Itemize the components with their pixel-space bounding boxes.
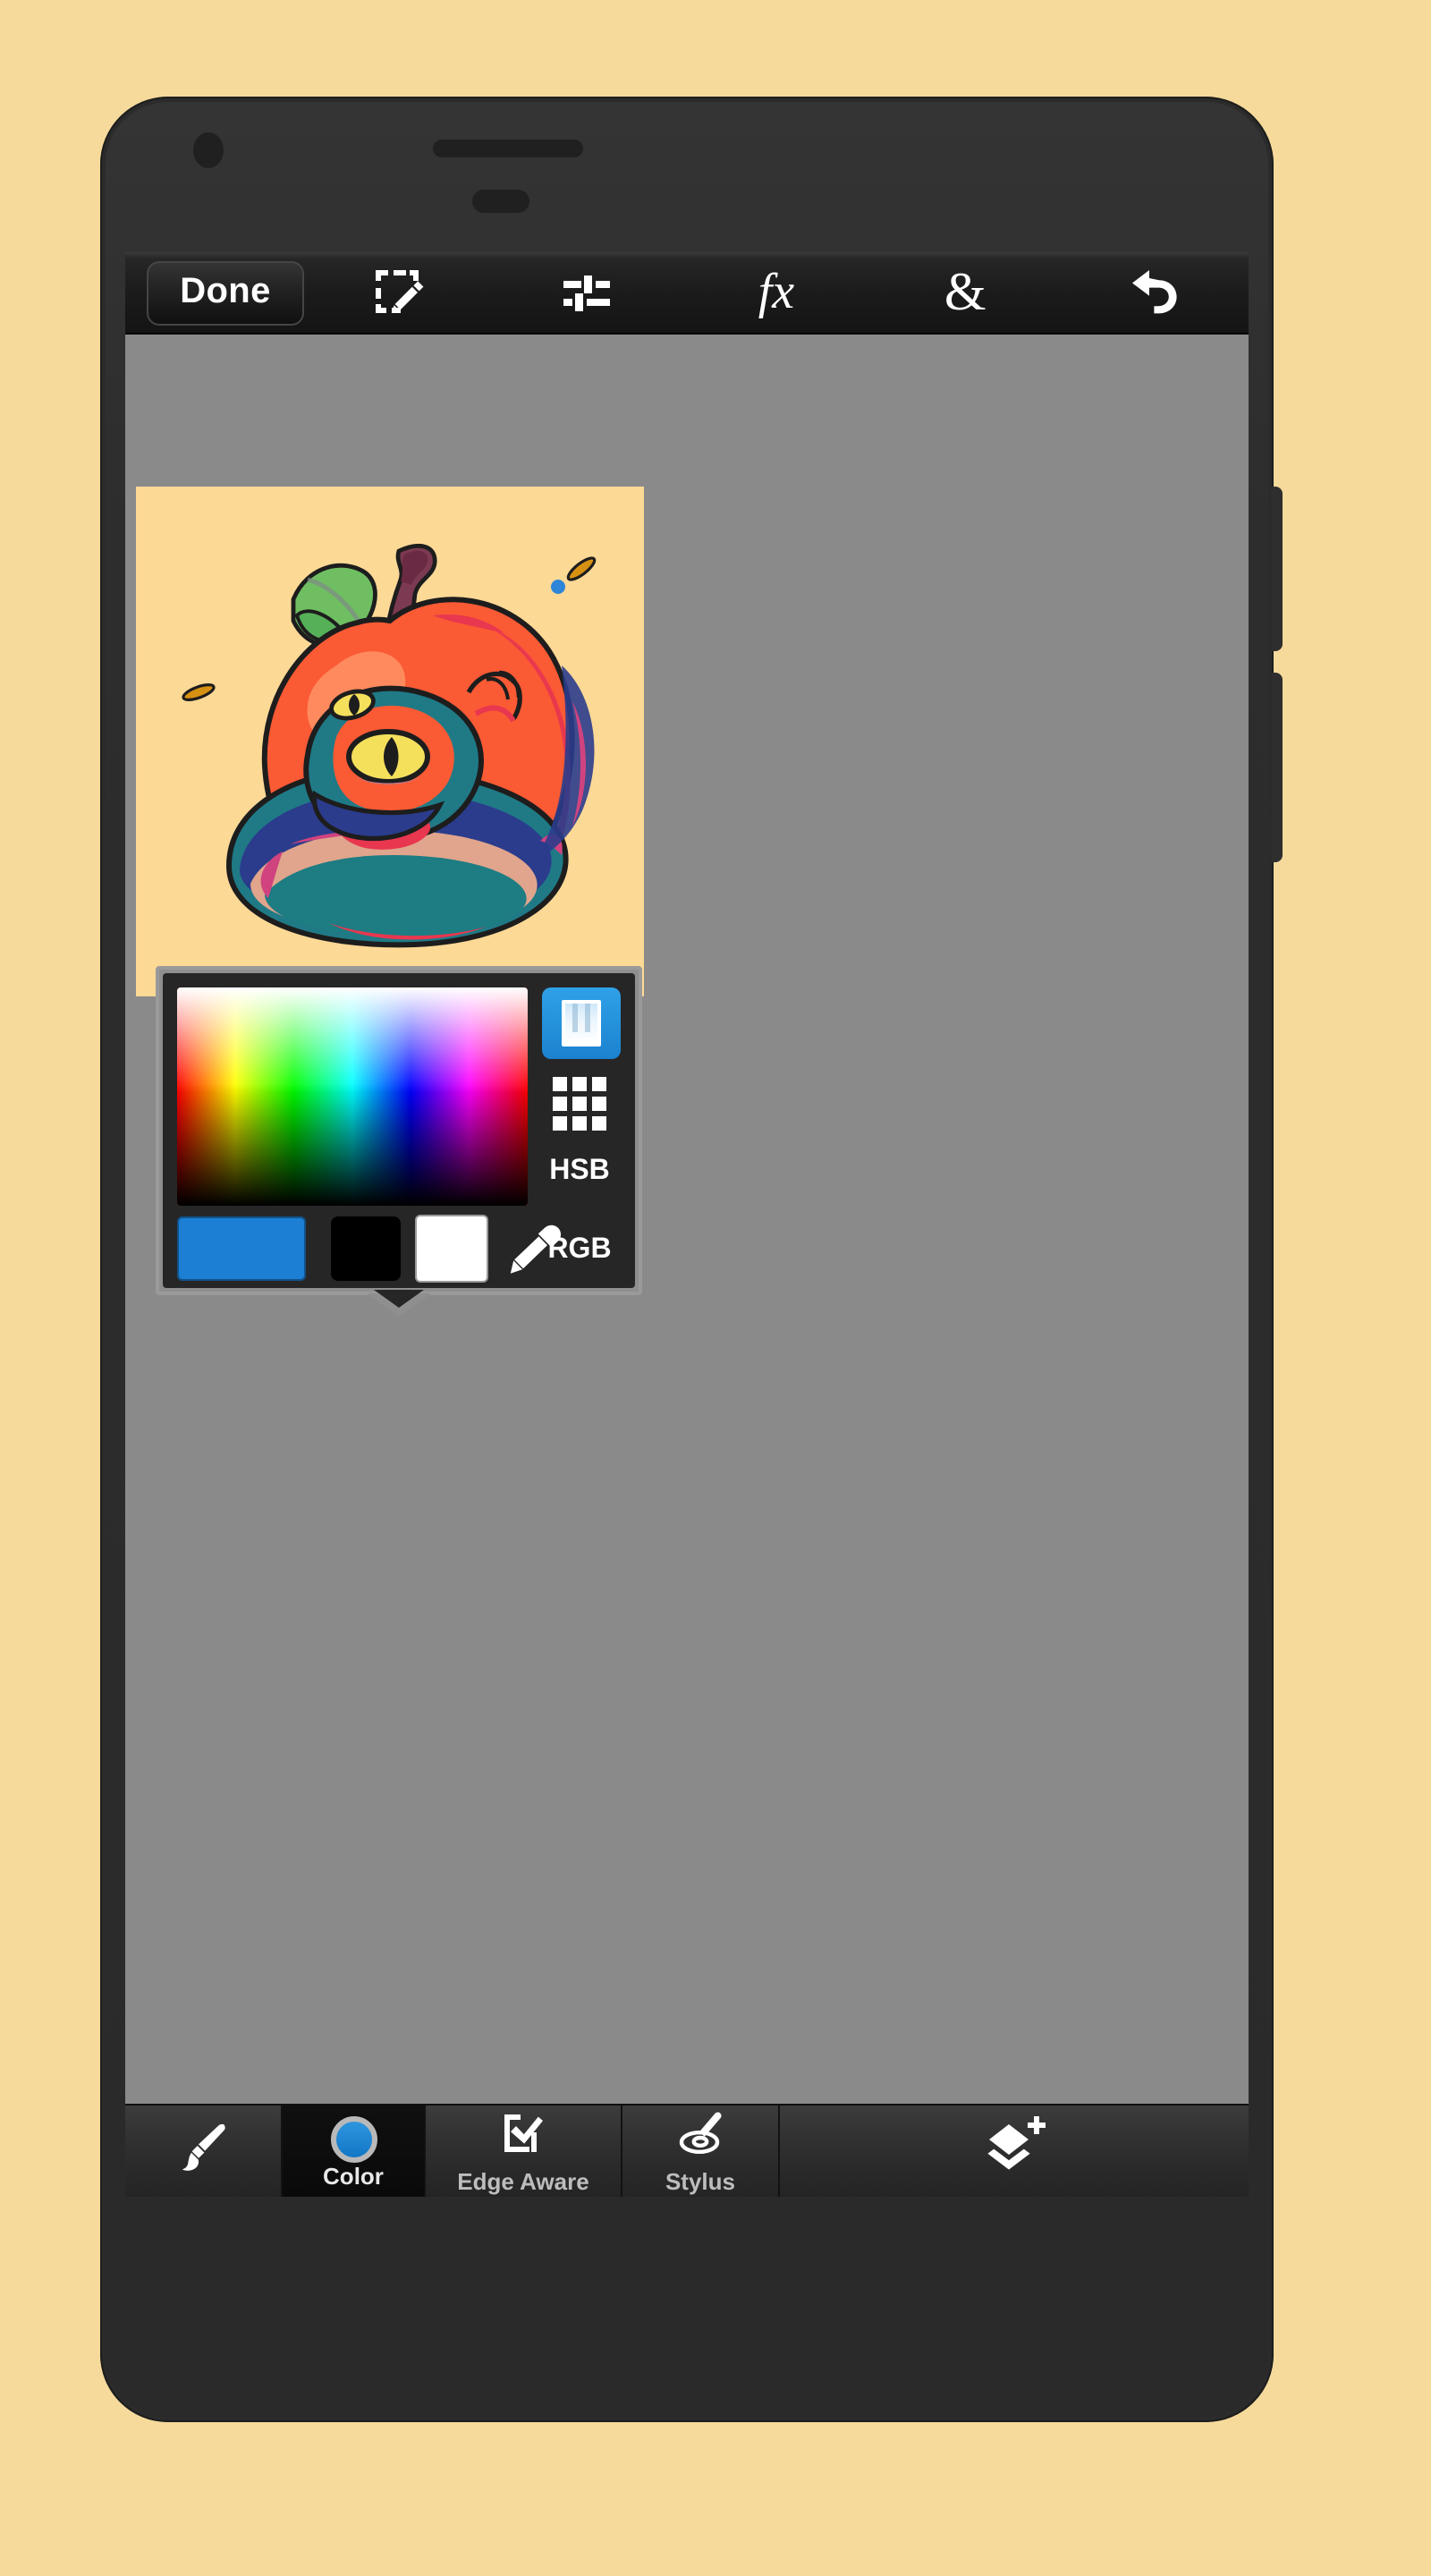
undo-icon	[1125, 266, 1182, 319]
grid-cell	[553, 1097, 567, 1111]
white-swatch[interactable]	[417, 1216, 487, 1281]
swatch-row	[177, 1216, 562, 1281]
panel-pointer-inner	[374, 1290, 424, 1308]
selection-edit-icon	[372, 266, 426, 319]
adjust-button[interactable]	[493, 252, 682, 334]
grid-cell	[572, 1097, 587, 1111]
canvas-area[interactable]: HSB RGB Color Edge Aware Stylus	[125, 335, 1249, 2197]
palette-grid-button[interactable]	[553, 1077, 606, 1131]
grid-cell	[572, 1116, 587, 1131]
grid-cell	[553, 1077, 567, 1091]
paintbrush-icon	[169, 2116, 237, 2186]
edge-aware-tool-label: Edge Aware	[457, 2168, 589, 2195]
top-toolbar: Done fx &	[125, 252, 1249, 335]
eyedropper-icon	[503, 1224, 563, 1288]
selection-edit-button[interactable]	[304, 252, 493, 334]
artwork-image	[136, 487, 644, 996]
add-layer-icon	[975, 2113, 1054, 2190]
brush-tool-button[interactable]	[125, 2106, 283, 2197]
phone-device-frame: Done fx & HSB RGB Color Edge Aware Stylu…	[100, 97, 1283, 2422]
grid-cell	[592, 1077, 606, 1091]
eyedropper-button[interactable]	[503, 1220, 563, 1281]
hue-saturation-brightness-field[interactable]	[177, 987, 528, 1206]
ampersand-icon: &	[944, 262, 986, 321]
phone-screen: Done fx & HSB RGB Color Edge Aware Stylu…	[125, 252, 1249, 2197]
black-swatch[interactable]	[331, 1216, 401, 1281]
undo-button[interactable]	[1060, 252, 1249, 334]
color-picker-panel[interactable]: HSB RGB	[156, 966, 642, 1317]
stylus-tool-button[interactable]: Stylus	[622, 2106, 780, 2197]
gradient-swatch-icon	[562, 1000, 601, 1046]
volume-button[interactable]	[1272, 487, 1283, 651]
add-layer-tool-button[interactable]	[780, 2106, 1249, 2197]
hsb-mode-button[interactable]: HSB	[531, 1156, 628, 1188]
checkbox-check-icon	[496, 2109, 550, 2168]
stylus-icon	[672, 2109, 729, 2168]
fx-effects-icon: fx	[758, 264, 795, 319]
done-button[interactable]: Done	[147, 260, 304, 325]
color-tool-button[interactable]: Color	[283, 2106, 426, 2197]
fx-button[interactable]: fx	[682, 252, 870, 334]
earpiece-speaker	[433, 140, 583, 157]
grid-cell	[592, 1097, 606, 1111]
bottom-toolbar: Color Edge Aware Stylus	[125, 2104, 1249, 2197]
edge-aware-tool-button[interactable]: Edge Aware	[426, 2106, 622, 2197]
grid-cell	[553, 1116, 567, 1131]
power-button[interactable]	[1272, 673, 1283, 862]
grid-cell	[572, 1077, 587, 1091]
current-color-indicator	[330, 2115, 377, 2162]
artboard[interactable]	[136, 487, 644, 996]
current-color-swatch[interactable]	[177, 1216, 306, 1281]
gradient-picker-mode-button[interactable]	[542, 987, 621, 1059]
ampersand-button[interactable]: &	[871, 252, 1060, 334]
front-camera-icon	[193, 132, 224, 168]
color-tool-label: Color	[323, 2162, 384, 2189]
black-gradient-layer	[177, 987, 528, 1206]
adjust-sliders-icon	[561, 266, 614, 319]
proximity-sensor	[472, 190, 529, 213]
grid-cell	[592, 1116, 606, 1131]
stylus-tool-label: Stylus	[665, 2168, 735, 2195]
color-panel-body: HSB RGB	[163, 973, 635, 1288]
